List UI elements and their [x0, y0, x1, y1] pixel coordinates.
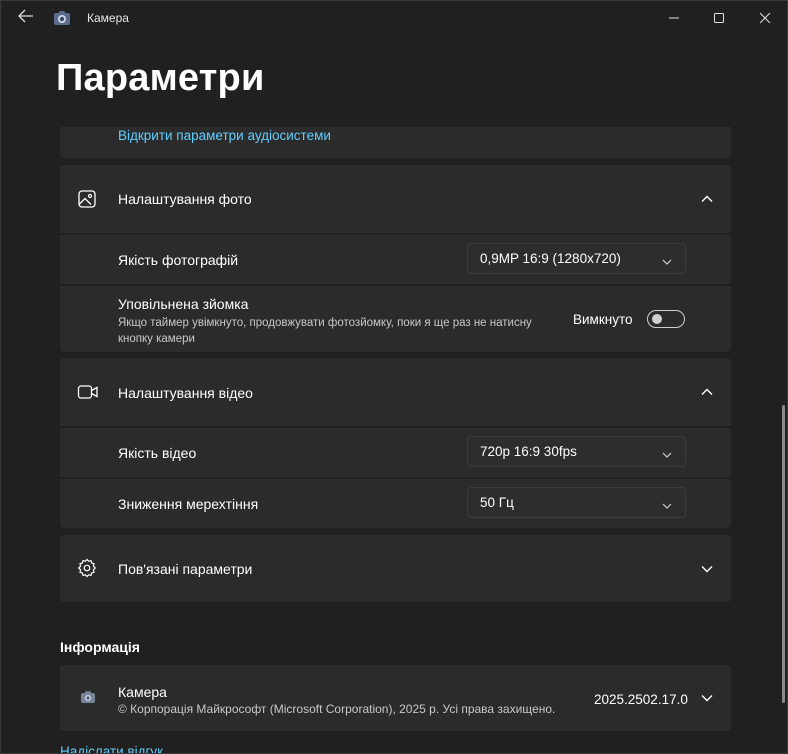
video-quality-dropdown[interactable]: 720p 16:9 30fps [467, 436, 686, 467]
minimize-icon[interactable] [651, 1, 697, 35]
chevron-down-icon [661, 498, 673, 509]
related-settings-header[interactable]: Пов'язані параметри [60, 535, 731, 602]
burst-shooting-title: Уповільнена зйомка [118, 296, 249, 312]
about-version: 2025.2502.17.0 [594, 692, 688, 707]
audio-settings-link[interactable]: Відкрити параметри аудіосистеми [118, 128, 331, 143]
chevron-up-icon[interactable] [700, 385, 714, 399]
photo-quality-dropdown[interactable]: 0,9MP 16:9 (1280x720) [467, 243, 686, 274]
close-icon[interactable] [742, 1, 787, 35]
flicker-reduction-value: 50 Гц [480, 495, 514, 510]
camera-settings-window: Камера Параметри Відкрити параметри ауді… [0, 0, 788, 754]
chevron-down-icon [661, 254, 673, 265]
audio-settings-card: Відкрити параметри аудіосистеми [60, 127, 731, 158]
video-settings-header[interactable]: Налаштування відео [60, 358, 731, 426]
photo-quality-value: 0,9MP 16:9 (1280x720) [480, 251, 621, 266]
burst-toggle[interactable] [647, 310, 685, 328]
info-heading: Інформація [60, 639, 140, 655]
about-card[interactable]: Камера © Корпорація Майкрософт (Microsof… [60, 665, 731, 731]
camera-icon [80, 690, 96, 704]
video-quality-value: 720p 16:9 30fps [480, 444, 577, 459]
about-copyright: © Корпорація Майкрософт (Microsoft Corpo… [118, 702, 556, 716]
burst-shooting-row: Уповільнена зйомка Якщо таймер увімкнуто… [60, 286, 731, 352]
toggle-knob [652, 314, 662, 324]
image-icon [77, 189, 97, 209]
about-app-name: Камера [118, 684, 167, 700]
flicker-reduction-label: Зниження мерехтіння [118, 496, 259, 512]
page-title: Параметри [56, 57, 265, 99]
settings-content: Відкрити параметри аудіосистеми Налаштув… [1, 127, 787, 753]
camera-app-icon [53, 10, 71, 26]
video-settings-title: Налаштування відео [118, 385, 253, 401]
send-feedback-link[interactable]: Надіслати відгук [60, 744, 163, 753]
gear-icon [77, 558, 97, 578]
photo-settings-title: Налаштування фото [118, 191, 252, 207]
chevron-up-icon[interactable] [700, 192, 714, 206]
chevron-down-icon[interactable] [700, 691, 714, 705]
title-bar: Камера [1, 1, 787, 35]
photo-quality-label: Якість фотографій [118, 252, 239, 268]
flicker-reduction-dropdown[interactable]: 50 Гц [467, 487, 686, 518]
vertical-scrollbar[interactable] [782, 405, 785, 703]
video-camera-icon [77, 382, 98, 402]
back-arrow-icon[interactable] [15, 9, 37, 27]
chevron-down-icon[interactable] [700, 562, 714, 576]
photo-settings-header[interactable]: Налаштування фото [60, 165, 731, 233]
video-quality-label: Якість відео [118, 445, 197, 461]
burst-toggle-state: Вимкнуто [573, 312, 633, 327]
chevron-down-icon [661, 447, 673, 458]
related-settings-title: Пов'язані параметри [118, 561, 253, 577]
burst-shooting-description: Якщо таймер увімкнуто, продовжувати фото… [118, 317, 532, 345]
maximize-icon[interactable] [696, 1, 742, 35]
window-title: Камера [87, 11, 129, 25]
